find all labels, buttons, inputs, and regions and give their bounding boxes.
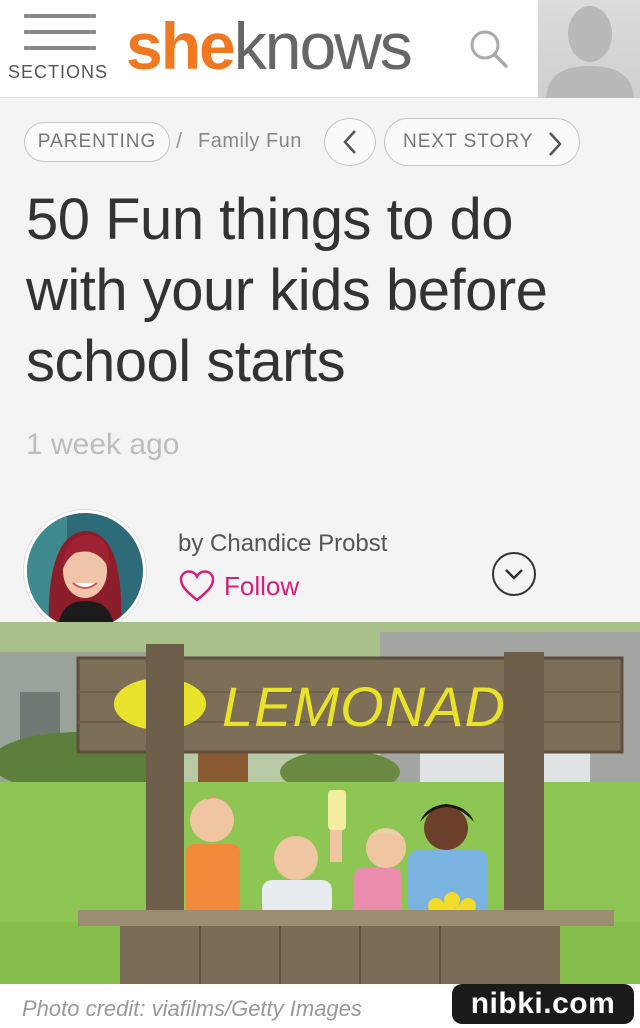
follow-author-button[interactable]: Follow (178, 566, 299, 606)
heart-outline-icon (179, 570, 215, 602)
chevron-right-icon (549, 132, 562, 156)
user-silhouette-icon (546, 6, 634, 98)
search-icon[interactable] (466, 26, 512, 72)
article-title: 50 Fun things to do with your kids befor… (26, 187, 548, 394)
chevron-down-icon (505, 569, 523, 580)
author-byline: by Chandice Probst (178, 530, 388, 557)
previous-story-button[interactable] (324, 118, 376, 166)
lemonade-sign-text: LEMONADE (222, 675, 544, 738)
next-story-label: NEXT STORY (403, 131, 534, 152)
next-story-button[interactable]: NEXT STORY (384, 118, 580, 166)
publish-date: 1 week ago (26, 428, 180, 461)
watermark: nibki.com (452, 984, 634, 1024)
hamburger-icon (24, 14, 96, 52)
breadcrumb: PARENTING / Family Fun NEXT STORY (0, 116, 640, 168)
site-header: SECTIONS sheknows (0, 0, 640, 98)
subcategory-link[interactable]: Family Fun (198, 130, 302, 153)
sections-menu-button[interactable]: SECTIONS (0, 0, 118, 98)
photo-credit: Photo credit: viafilms/Getty Images (22, 996, 362, 1021)
sections-label: SECTIONS (8, 62, 109, 82)
follow-label: Follow (224, 570, 300, 601)
chevron-left-icon (343, 130, 356, 154)
expand-author-button[interactable] (492, 552, 536, 596)
hero-image: LEMONADE (0, 622, 640, 984)
author-avatar[interactable] (24, 510, 146, 632)
account-avatar-button[interactable] (538, 0, 640, 98)
category-tag-parenting[interactable]: PARENTING (24, 122, 170, 162)
sheknows-logo[interactable]: sheknows (126, 6, 413, 86)
breadcrumb-separator: / (176, 128, 183, 153)
